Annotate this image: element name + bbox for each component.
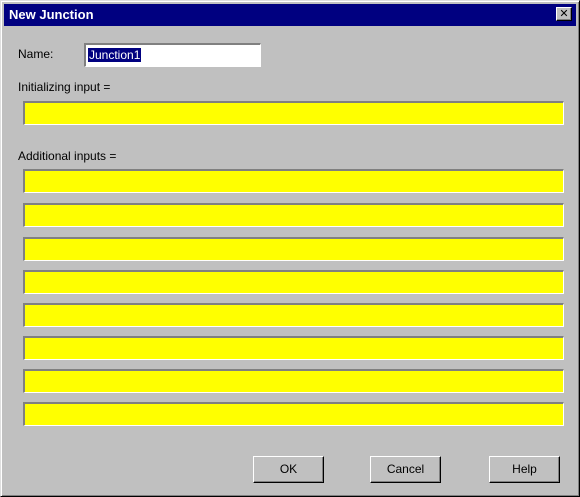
name-label: Name: — [18, 47, 54, 61]
title-bar[interactable]: New Junction ✕ — [4, 4, 576, 26]
new-junction-dialog: New Junction ✕ Name: Junction1 Initializ… — [0, 0, 580, 497]
cancel-button[interactable]: Cancel — [370, 456, 441, 483]
additional-inputs-label: Additional inputs = — [18, 149, 117, 163]
name-value: Junction1 — [88, 48, 142, 62]
additional-input-field-3[interactable] — [23, 237, 564, 261]
close-icon: ✕ — [559, 7, 569, 20]
additional-input-field-5[interactable] — [23, 303, 564, 327]
close-button[interactable]: ✕ — [556, 7, 572, 21]
additional-input-field-8[interactable] — [23, 402, 564, 426]
initializing-input-field[interactable] — [23, 101, 564, 125]
name-field[interactable]: Junction1 — [84, 43, 261, 67]
additional-input-field-1[interactable] — [23, 169, 564, 193]
help-button[interactable]: Help — [489, 456, 560, 483]
additional-input-field-4[interactable] — [23, 270, 564, 294]
initializing-input-label: Initializing input = — [18, 80, 111, 94]
additional-input-field-7[interactable] — [23, 369, 564, 393]
dialog-title: New Junction — [9, 7, 94, 22]
additional-input-field-2[interactable] — [23, 203, 564, 227]
additional-input-field-6[interactable] — [23, 336, 564, 360]
ok-button[interactable]: OK — [253, 456, 324, 483]
